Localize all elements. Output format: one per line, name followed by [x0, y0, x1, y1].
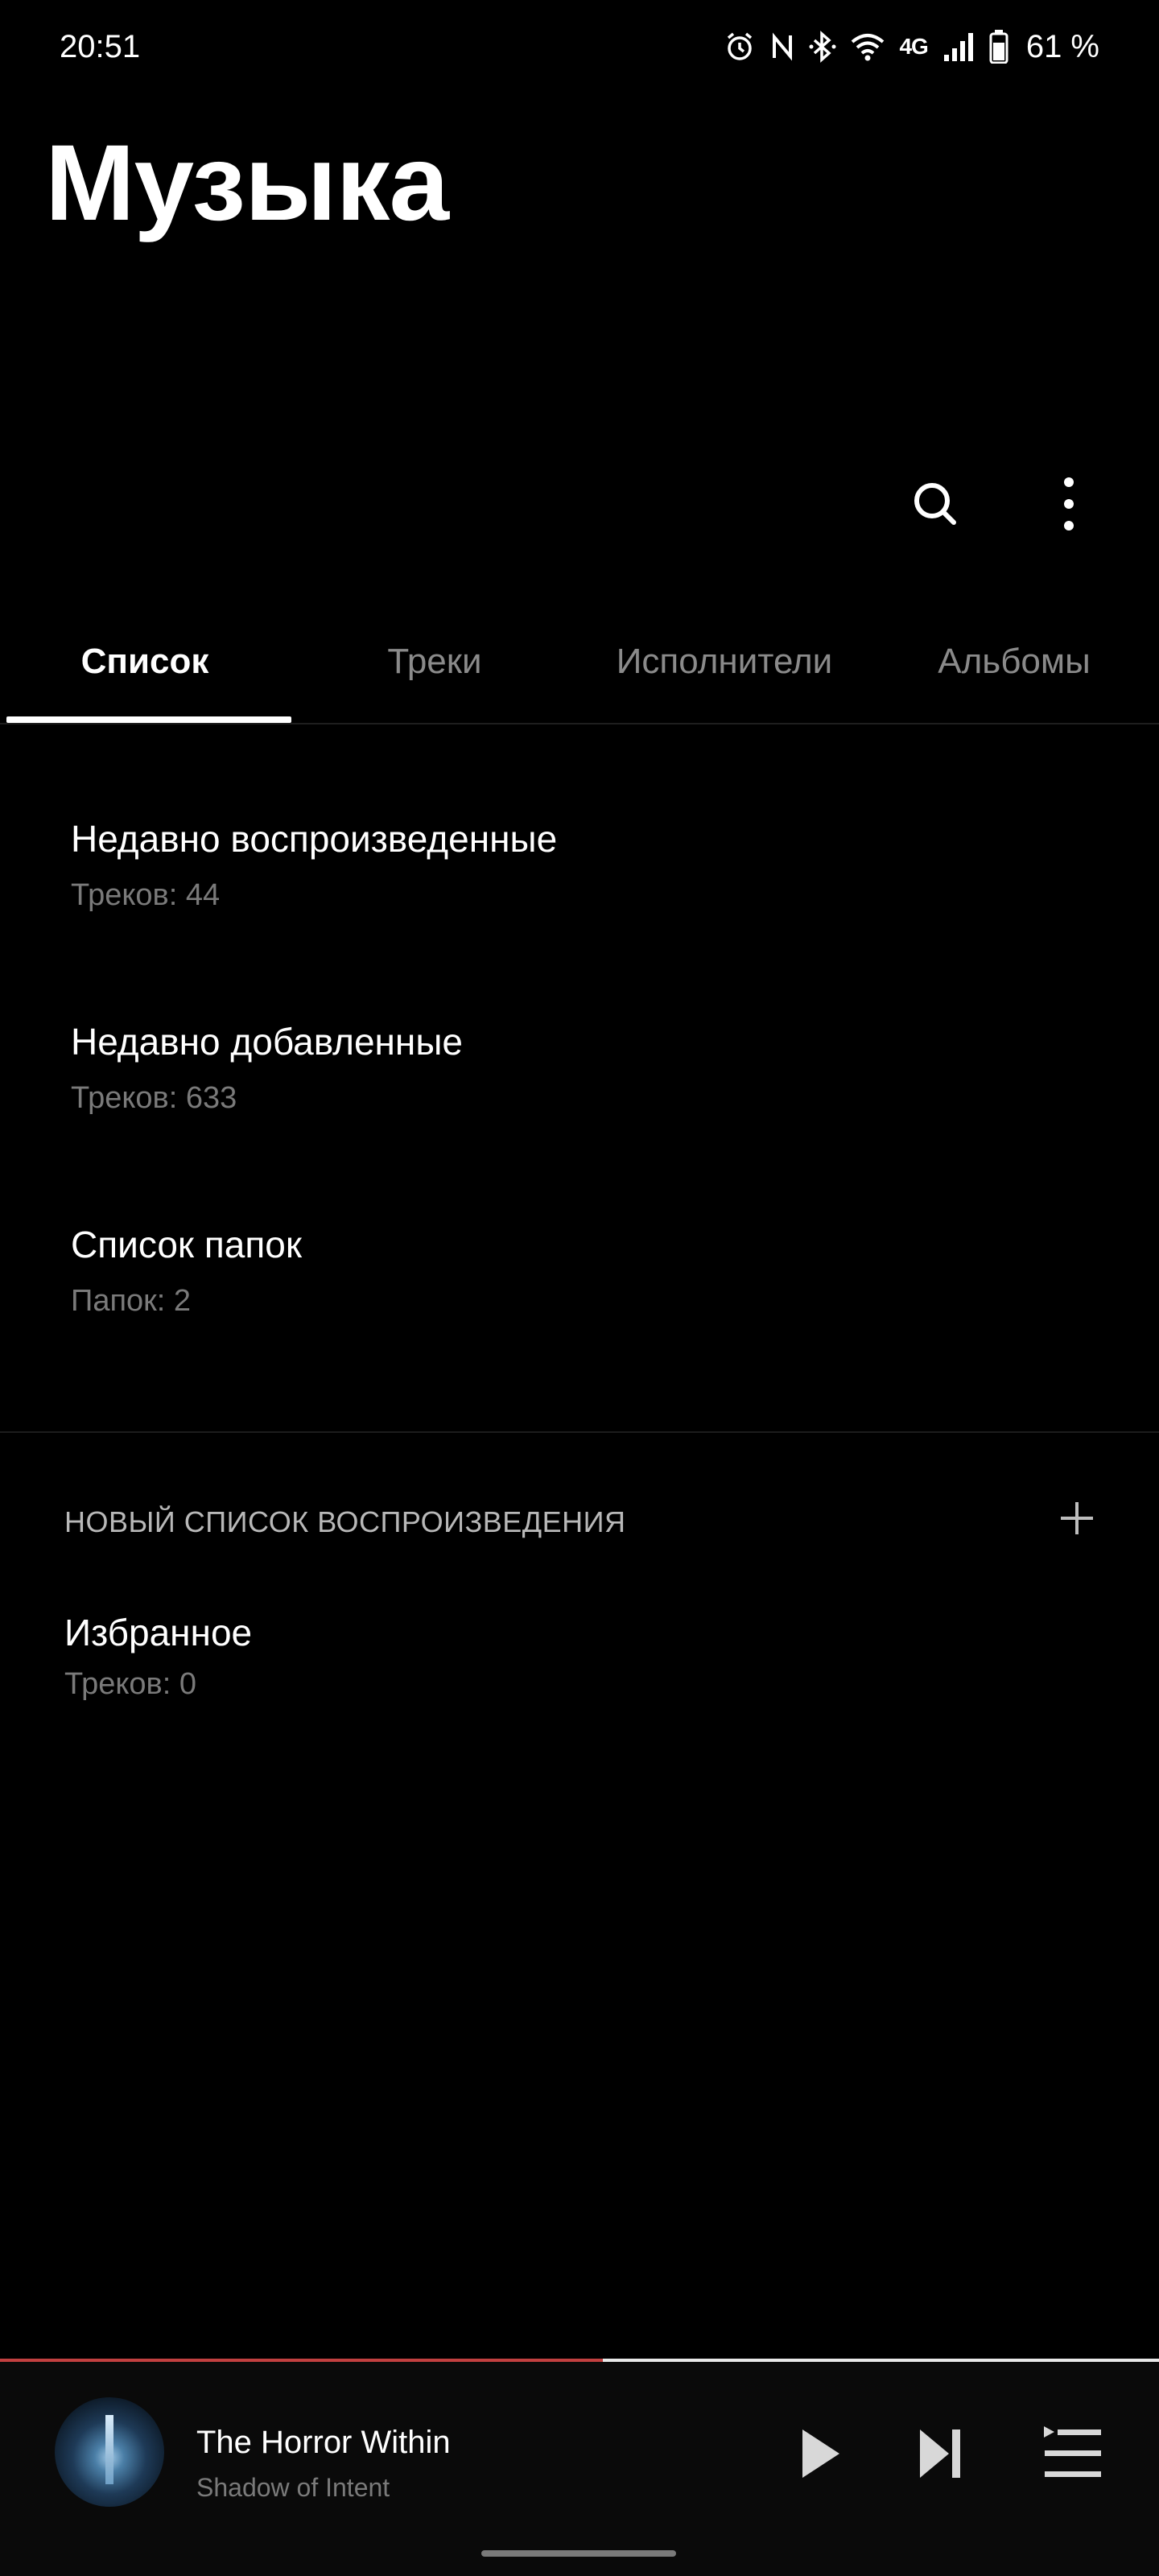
list-item-title: Недавно воспроизведенные [71, 818, 558, 860]
playlist-subtitle: Треков: 0 [64, 1667, 196, 1701]
queue-button[interactable] [1032, 2413, 1112, 2494]
album-art[interactable] [55, 2397, 164, 2507]
plus-icon [1061, 1502, 1093, 1534]
track-artist: Shadow of Intent [196, 2473, 390, 2502]
search-icon [914, 483, 956, 525]
search-button[interactable] [897, 465, 974, 543]
play-button[interactable] [781, 2413, 861, 2494]
list-item-recently-added[interactable]: Недавно добавленные Треков: 633 [0, 1016, 1159, 1209]
mini-player[interactable]: The Horror Within Shadow of Intent [0, 2362, 1159, 2576]
tab-tracks[interactable]: Треки [290, 601, 580, 723]
play-icon [802, 2429, 839, 2478]
list-item-subtitle: Треков: 633 [71, 1081, 237, 1115]
status-icons: 4G 61 % [724, 23, 1099, 71]
network-type: 4G [899, 34, 928, 59]
track-title: The Horror Within [196, 2425, 451, 2460]
status-bar: 20:51 4G 61 % [0, 0, 1159, 93]
wifi-icon [851, 31, 885, 63]
list-item-title: Недавно добавленные [71, 1021, 463, 1063]
section-divider [0, 1431, 1159, 1433]
tab-albums[interactable]: Альбомы [869, 601, 1159, 723]
more-options-button[interactable] [1030, 465, 1107, 543]
list-item-folders[interactable]: Список папок Папок: 2 [0, 1219, 1159, 1412]
nfc-icon [770, 31, 794, 63]
skip-next-icon [920, 2429, 960, 2478]
alarm-icon [724, 31, 756, 63]
page-title: Музыка [45, 123, 449, 243]
list-item-title: Список папок [71, 1224, 302, 1265]
skip-next-button[interactable] [900, 2413, 980, 2494]
tab-bar: Список Треки Исполнители Альбомы [0, 601, 1159, 724]
tab-list[interactable]: Список [0, 601, 290, 723]
tab-artists[interactable]: Исполнители [580, 601, 869, 723]
new-playlist-header[interactable]: НОВЫЙ СПИСОК ВОСПРОИЗВЕДЕНИЯ [64, 1502, 626, 1542]
bluetooth-icon [809, 31, 836, 63]
signal-icon [942, 31, 975, 63]
playlist-title: Избранное [64, 1612, 253, 1653]
playlist-item-favorites[interactable]: Избранное Треков: 0 [0, 1607, 1159, 1736]
active-tab-indicator [6, 716, 291, 723]
list-item-subtitle: Папок: 2 [71, 1284, 192, 1318]
queue-icon [1044, 2426, 1101, 2477]
list-item-recently-played[interactable]: Недавно воспроизведенные Треков: 44 [0, 813, 1159, 1006]
add-playlist-button[interactable] [1045, 1486, 1109, 1550]
gesture-navigation-bar[interactable] [481, 2550, 676, 2557]
status-time: 20:51 [60, 29, 141, 64]
more-vert-icon [1064, 477, 1074, 530]
battery-icon [989, 30, 1008, 64]
battery-percent: 61 % [1025, 28, 1099, 64]
list-item-subtitle: Треков: 44 [71, 878, 221, 912]
